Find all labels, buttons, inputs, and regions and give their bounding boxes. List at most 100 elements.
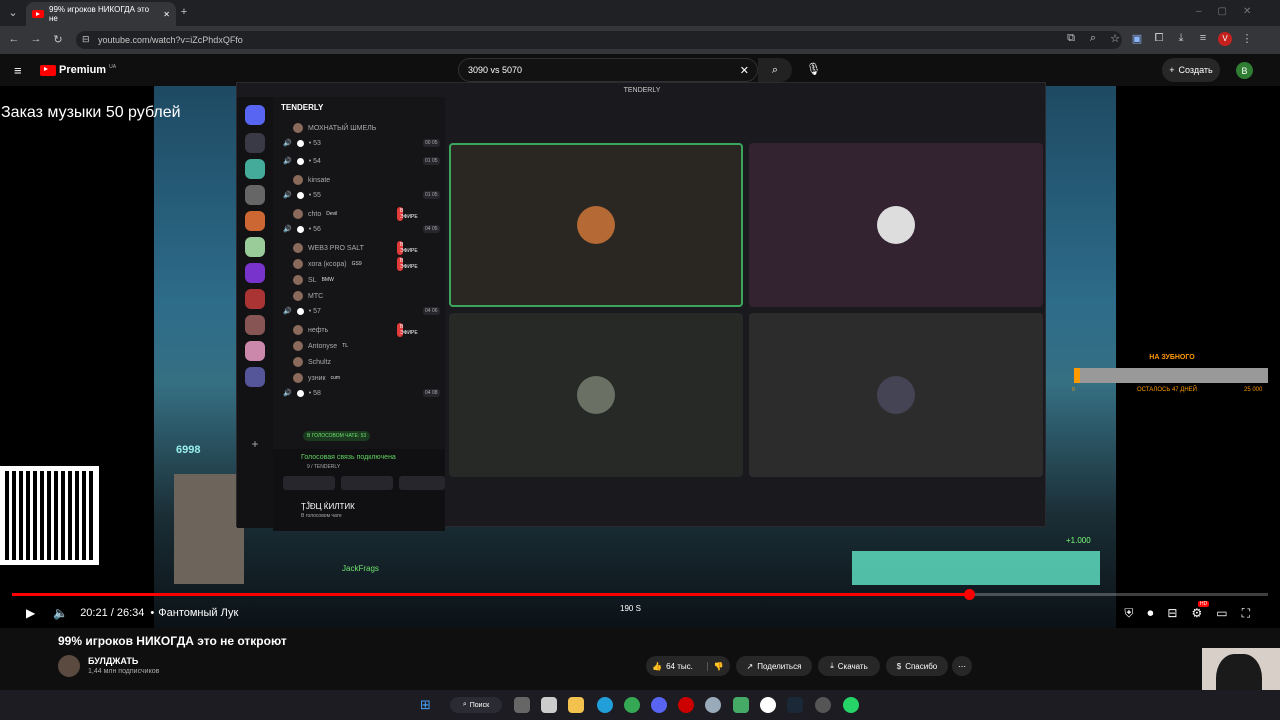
voice-user[interactable]: WEB3 PRO SALT В ЭФИРЕ — [293, 241, 418, 255]
bookmark-star-icon[interactable]: ☆ — [1108, 32, 1122, 46]
participant-tile[interactable] — [749, 313, 1043, 477]
account-avatar[interactable]: B — [1236, 62, 1253, 79]
telegram-icon[interactable] — [597, 697, 613, 713]
server-icon[interactable] — [245, 237, 265, 257]
sponsor-shield-icon[interactable]: ⛨ — [1124, 606, 1133, 621]
activity-button[interactable] — [399, 476, 445, 490]
like-icon[interactable]: 👍 — [652, 662, 662, 671]
youtube-logo[interactable]: Premium UA — [40, 64, 116, 76]
app-icon[interactable] — [815, 697, 831, 713]
address-bar[interactable]: ⊟ youtube.com/watch?v=iZcPhdxQFfo — [76, 31, 1122, 49]
server-icon[interactable] — [245, 341, 265, 361]
whatsapp-icon[interactable] — [843, 697, 859, 713]
browser-tab[interactable]: 99% игроков НИКОГДА это не ✕ — [26, 2, 176, 26]
app-icon[interactable] — [705, 697, 721, 713]
voice-user[interactable]: chto Devil В ЭФИРЕ — [293, 207, 418, 221]
media-icon[interactable]: ≡ — [1196, 32, 1210, 46]
camera-button[interactable] — [283, 476, 335, 490]
extensions-puzzle-icon[interactable]: ⧠ — [1152, 32, 1166, 46]
play-icon[interactable]: ▶ — [26, 606, 35, 620]
channel-avatar[interactable] — [58, 655, 80, 677]
voice-user[interactable]: Antonyse TL — [293, 341, 348, 351]
server-icon[interactable] — [245, 185, 265, 205]
task-view-icon[interactable] — [514, 697, 530, 713]
voice-channel[interactable]: 🔊 • 55 01 05 — [283, 191, 440, 199]
channel-name[interactable]: БУЛДЖАТЬ — [88, 656, 138, 666]
voice-channel[interactable]: 🔊 • 54 01 05 — [283, 157, 440, 165]
dislike-icon[interactable]: 👎 — [706, 661, 724, 671]
voice-user[interactable]: нефть В ЭФИРЕ — [293, 323, 418, 337]
server-icon[interactable] — [245, 159, 265, 179]
participant-tile[interactable] — [449, 313, 743, 477]
extension-icon[interactable]: ▣ — [1130, 32, 1144, 46]
new-tab-icon[interactable]: + — [177, 6, 191, 18]
cast-icon[interactable]: ⧉ — [1064, 32, 1078, 46]
settings-gear-icon[interactable]: ⚙ HD — [1191, 601, 1210, 620]
voice-channel[interactable]: 🔊 • 58 04 08 — [283, 389, 440, 397]
download-button[interactable]: ⤓ Скачать — [818, 656, 880, 676]
voice-channel[interactable]: 🔊 • 57 04 06 — [283, 307, 440, 315]
volume-icon[interactable]: 🔈 — [53, 606, 68, 620]
menu-icon[interactable]: ≡ — [14, 63, 22, 78]
taskbar-search[interactable]: ⌕ Поиск — [450, 697, 502, 713]
windows-start-icon[interactable]: ⊞ — [420, 697, 431, 713]
chrome-icon[interactable] — [624, 697, 640, 713]
download-icon[interactable]: ⤓ — [1174, 32, 1188, 46]
profile-avatar-icon[interactable]: V — [1218, 32, 1232, 46]
server-icon[interactable] — [245, 315, 265, 335]
yandex-icon[interactable] — [760, 697, 776, 713]
forward-icon[interactable]: → — [29, 33, 43, 45]
share-button[interactable]: ↗ Поделиться — [736, 656, 812, 676]
tab-list-icon[interactable]: ⌄ — [6, 6, 20, 19]
voice-user[interactable]: узник cum — [293, 373, 340, 383]
back-icon[interactable]: ← — [7, 33, 21, 45]
voice-user[interactable]: Schultz — [293, 357, 331, 367]
close-tab-icon[interactable]: ✕ — [163, 10, 170, 19]
server-icon[interactable] — [245, 211, 265, 231]
zoom-icon[interactable]: ⌕ — [1086, 32, 1100, 46]
subtitles-icon[interactable]: ⊟ — [1167, 606, 1177, 620]
discord-icon[interactable] — [651, 697, 667, 713]
explorer-icon[interactable] — [568, 697, 584, 713]
fullscreen-icon[interactable]: ⛶ — [1242, 606, 1250, 621]
voice-user[interactable]: xora (ксора) GS9 В ЭФИРЕ — [293, 257, 418, 271]
like-count[interactable]: 64 тыс. — [666, 662, 693, 671]
server-name[interactable]: TENDERLY — [281, 103, 323, 112]
app-icon[interactable] — [733, 697, 749, 713]
theater-mode-icon[interactable]: ▭ — [1216, 606, 1227, 620]
more-actions-button[interactable]: ⋯ — [952, 656, 972, 676]
server-icon[interactable] — [245, 263, 265, 283]
participant-tile[interactable] — [749, 143, 1043, 307]
screen-share-button[interactable] — [341, 476, 393, 490]
clear-search-icon[interactable]: ✕ — [740, 64, 749, 77]
channel-name: • 53 — [308, 139, 321, 147]
voice-channel[interactable]: 🔊 • 56 04 05 — [283, 225, 440, 233]
discord-home-icon[interactable] — [245, 105, 265, 125]
voice-user[interactable]: МТС — [293, 291, 323, 301]
voice-channel[interactable]: 🔊 • 53 00 05 — [283, 139, 440, 147]
voice-user[interactable]: kinsate — [293, 175, 330, 185]
site-info-icon[interactable]: ⊟ — [82, 34, 90, 45]
window-controls[interactable]: –▢✕ — [1196, 6, 1267, 17]
voice-search-icon[interactable]: 🎙 — [806, 62, 821, 76]
reload-icon[interactable]: ↻ — [51, 33, 65, 46]
progress-scrubber[interactable] — [964, 589, 976, 600]
steam-icon[interactable] — [787, 697, 803, 713]
opera-icon[interactable] — [678, 697, 694, 713]
search-button[interactable]: ⌕ — [758, 58, 792, 82]
browser-menu-icon[interactable]: ⋮ — [1240, 32, 1254, 46]
taskbar-app-icon[interactable] — [541, 697, 557, 713]
autoplay-toggle[interactable]: ⏺ — [1147, 606, 1153, 621]
create-button[interactable]: + Создать — [1162, 58, 1220, 82]
voice-user[interactable]: МОХНАТЫЙ ШМЕЛЬ — [293, 123, 376, 133]
search-input[interactable]: 3090 vs 5070 ✕ — [458, 58, 758, 82]
chapter-title[interactable]: Фантомный Лук — [158, 607, 238, 619]
server-icon[interactable] — [245, 133, 265, 153]
logo-text: Premium — [59, 64, 107, 76]
server-icon[interactable] — [245, 367, 265, 387]
voice-user[interactable]: SL BMW — [293, 275, 334, 285]
server-icon[interactable] — [245, 289, 265, 309]
add-server-icon[interactable]: + — [245, 437, 265, 457]
thanks-button[interactable]: $ Спасибо — [886, 656, 948, 676]
participant-tile[interactable] — [449, 143, 743, 307]
